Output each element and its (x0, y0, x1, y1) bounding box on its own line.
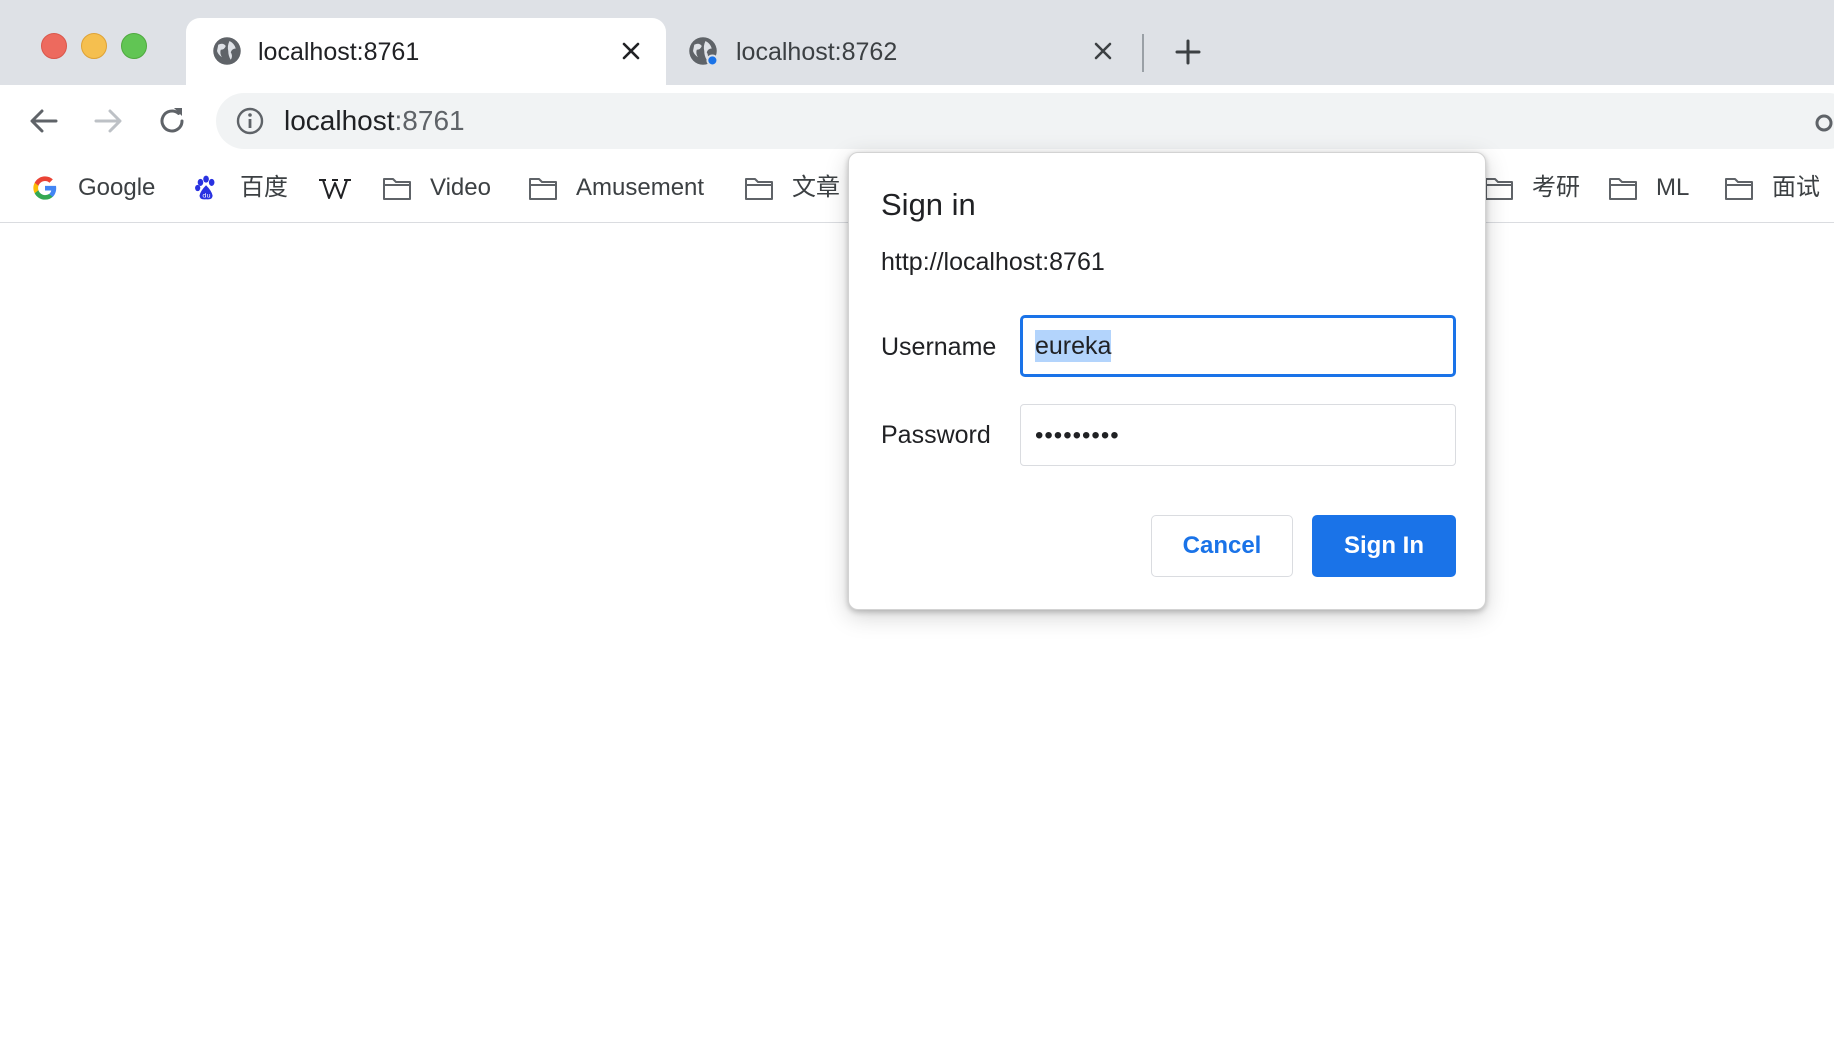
key-icon[interactable] (1814, 113, 1834, 133)
folder-icon (1725, 178, 1753, 200)
tab-localhost-8762[interactable]: localhost:8762 (676, 18, 1138, 85)
bookmark-label: 考研 (1532, 174, 1580, 201)
tab-title: localhost:8761 (258, 38, 420, 66)
tab-strip: localhost:8761 localhost:8762 (0, 0, 1834, 85)
tab-close-icon[interactable] (616, 36, 646, 66)
tab-separator (1142, 34, 1144, 72)
dialog-title: Sign in (881, 187, 976, 222)
bookmark-google[interactable]: Google (30, 171, 155, 205)
tab-title: localhost:8762 (736, 38, 898, 66)
close-icon (622, 42, 640, 60)
tab-activity-badge (706, 54, 718, 66)
bookmark-folder-interview[interactable]: 面试 (1724, 171, 1820, 205)
url-port: :8761 (394, 105, 465, 136)
globe-icon (689, 37, 718, 66)
url-host: localhost (284, 105, 395, 136)
svg-text:du: du (202, 191, 210, 199)
password-input[interactable]: ••••••••• (1020, 404, 1456, 466)
bookmark-label: Video (430, 174, 491, 201)
bookmark-label: ML (1656, 174, 1690, 201)
tab-close-icon[interactable] (1088, 36, 1118, 66)
bookmark-label: Google (78, 174, 156, 201)
browser-toolbar: localhost:8761 (0, 85, 1834, 157)
bookmark-folder-articles[interactable]: 文章 (744, 171, 840, 205)
back-button[interactable] (24, 101, 64, 141)
password-label: Password (881, 421, 991, 449)
sign-in-dialog: Sign in http://localhost:8761 Username e… (848, 152, 1486, 610)
window-close-button[interactable] (41, 33, 67, 59)
window-minimize-button[interactable] (81, 33, 107, 59)
password-mask: ••••••••• (1035, 422, 1120, 449)
globe-icon (213, 37, 241, 65)
bookmark-label: 面试 (1772, 174, 1820, 201)
bookmark-wikipedia[interactable] (318, 171, 352, 205)
bookmark-label: 百度 (240, 174, 288, 201)
folder-icon (1609, 178, 1637, 200)
address-bar[interactable]: localhost:8761 (216, 93, 1834, 149)
bookmark-folder-ml[interactable]: ML (1608, 171, 1689, 205)
bookmark-folder-amusement[interactable]: Amusement (528, 171, 704, 205)
bookmark-baidu[interactable]: du 百度 (192, 171, 288, 205)
reload-icon (160, 108, 184, 133)
folder-icon (383, 178, 411, 200)
baidu-icon: du (195, 175, 215, 200)
username-label: Username (881, 333, 997, 361)
close-icon (1094, 42, 1112, 60)
folder-icon (745, 178, 773, 200)
bookmark-label: 文章 (792, 174, 840, 201)
reload-button[interactable] (152, 101, 192, 141)
username-input[interactable]: eureka (1020, 315, 1456, 377)
wikipedia-icon (319, 179, 351, 199)
browser-window: localhost:8761 localhost:8762 localhost:… (0, 0, 1834, 1050)
username-value: eureka (1035, 330, 1112, 362)
address-url[interactable]: localhost:8761 (284, 105, 465, 137)
plus-icon (1175, 39, 1201, 65)
info-icon[interactable] (236, 107, 264, 135)
bookmark-folder-video[interactable]: Video (382, 171, 491, 205)
window-zoom-button[interactable] (121, 33, 147, 59)
arrow-left-icon (30, 109, 58, 133)
sign-in-button[interactable]: Sign In (1312, 515, 1456, 577)
arrow-right-icon (94, 109, 122, 133)
bookmark-folder-kaoyan[interactable]: 考研 (1484, 171, 1580, 205)
cancel-button[interactable]: Cancel (1151, 515, 1293, 577)
forward-button[interactable] (88, 101, 128, 141)
google-icon (33, 176, 57, 200)
new-tab-button[interactable] (1170, 34, 1206, 70)
tab-localhost-8761[interactable]: localhost:8761 (186, 18, 666, 85)
folder-icon (529, 178, 557, 200)
folder-icon (1485, 178, 1513, 200)
bookmark-label: Amusement (576, 174, 705, 201)
dialog-origin: http://localhost:8761 (881, 248, 1105, 276)
